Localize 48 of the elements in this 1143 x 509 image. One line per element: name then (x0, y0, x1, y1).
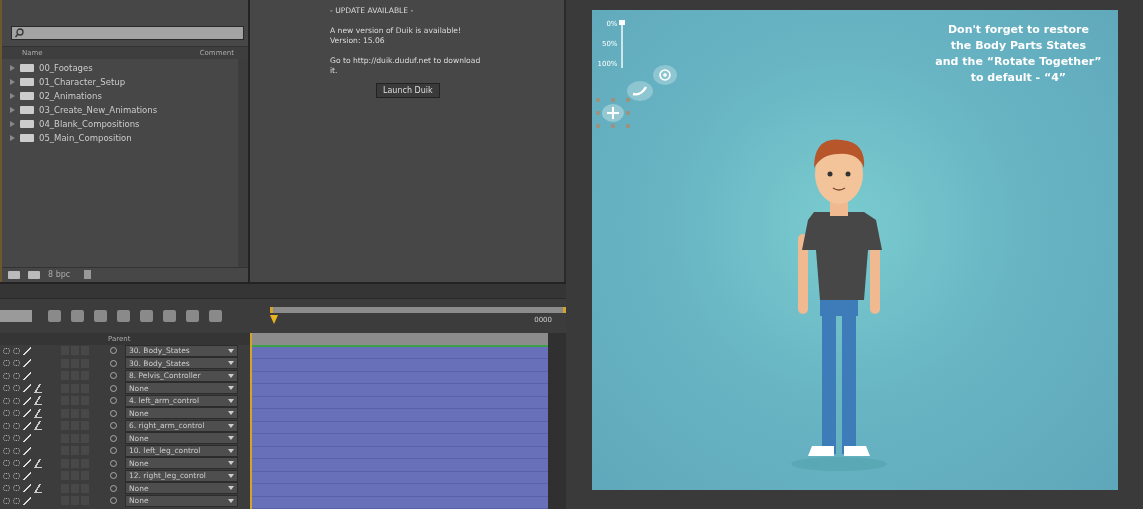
effects-switch-icon[interactable] (34, 483, 42, 493)
expand-arrow-icon[interactable] (10, 65, 15, 71)
folder-item[interactable]: 02_Animations (2, 89, 102, 103)
folder-icon (20, 120, 34, 128)
folder-item[interactable]: 04_Blank_Compositions (2, 117, 140, 131)
bit-depth-button[interactable]: 8 bpc (48, 270, 71, 279)
expand-arrow-icon[interactable] (10, 79, 15, 85)
folder-icon (20, 134, 34, 142)
trash-icon[interactable] (84, 270, 92, 279)
scrollbar[interactable] (548, 332, 566, 509)
toolbar-icon[interactable] (48, 309, 61, 322)
folder-icon (20, 64, 34, 72)
time-ruler-bar[interactable] (252, 332, 548, 347)
folder-icon (20, 106, 34, 114)
effects-switch-icon[interactable] (34, 408, 42, 418)
slider-track[interactable] (620, 20, 623, 68)
folder-icon[interactable] (28, 270, 40, 279)
folder-icon (20, 92, 34, 100)
expand-arrow-icon[interactable] (10, 135, 15, 141)
expand-arrow-icon[interactable] (10, 93, 15, 99)
curve-control-icon[interactable] (625, 80, 654, 102)
slider-fill[interactable] (618, 20, 625, 25)
move-control-icon[interactable] (593, 96, 632, 130)
time-field[interactable] (0, 309, 32, 322)
launch-button[interactable]: Launch Duik (376, 83, 440, 98)
toolbar-icon[interactable] (117, 309, 130, 322)
effects-switch-icon[interactable] (34, 383, 42, 393)
toolbar-icon[interactable] (94, 309, 107, 322)
folder-item[interactable]: 05_Main_Composition (2, 131, 132, 145)
effects-switch-icon[interactable] (34, 458, 42, 468)
toolbar-icon[interactable] (140, 309, 153, 322)
toolbar-icon[interactable] (163, 309, 176, 322)
folder-item[interactable]: 00_Footages (2, 61, 93, 75)
composition-icon[interactable] (8, 270, 20, 279)
toolbar-icon[interactable] (209, 309, 222, 322)
playhead-icon[interactable] (270, 315, 278, 324)
effects-switch-icon[interactable] (34, 421, 42, 431)
expand-arrow-icon[interactable] (10, 107, 15, 113)
folder-item[interactable]: 01_Character_Setup (2, 75, 126, 89)
toolbar-icon[interactable] (71, 309, 84, 322)
expand-arrow-icon[interactable] (10, 121, 15, 127)
effects-switch-icon[interactable] (34, 396, 42, 406)
folder-item[interactable]: 03_Create_New_Animations (2, 103, 158, 117)
search-field[interactable] (11, 26, 244, 40)
folder-icon (20, 78, 34, 86)
toolbar-icon[interactable] (186, 309, 199, 322)
rotate-control-icon[interactable] (651, 64, 678, 86)
instruction-note: Don't forget to restore the Body Parts States and the “Rotate Together” to default - “4” (935, 22, 1102, 86)
